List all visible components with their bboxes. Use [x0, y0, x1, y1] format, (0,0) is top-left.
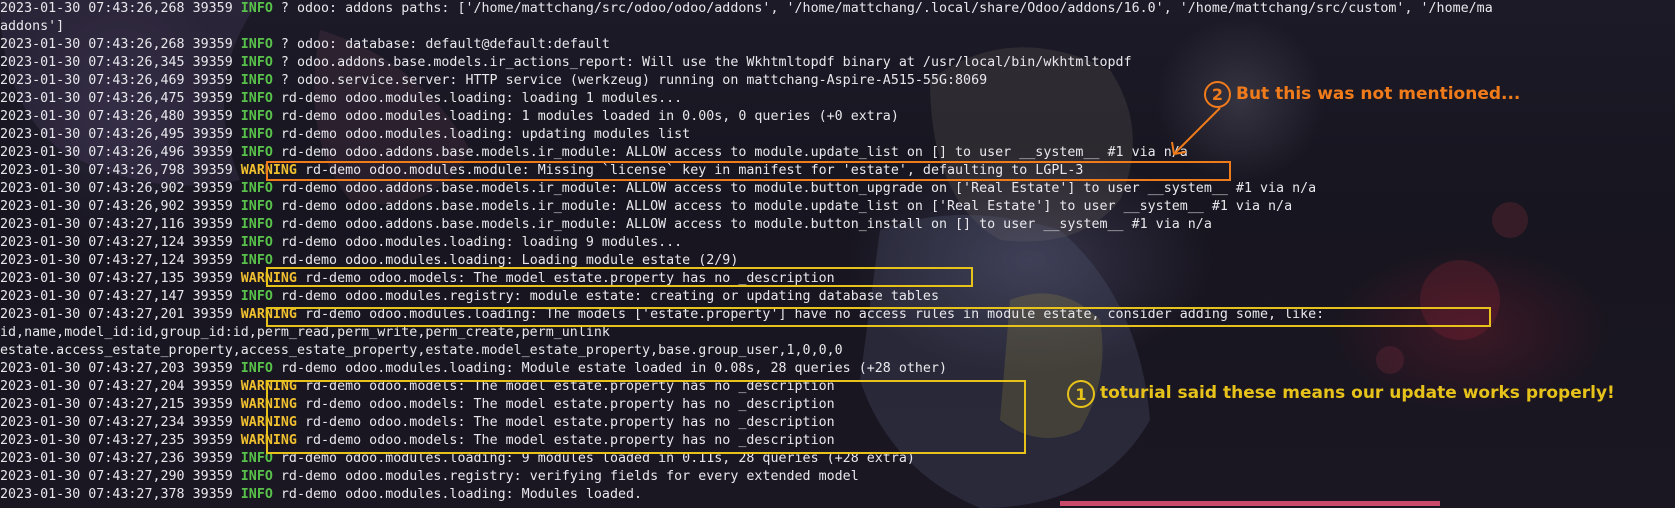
- log-message: rd-demo odoo.modules.loading: Module est…: [272, 361, 948, 376]
- log-message: rd-demo odoo.addons.base.models.ir_modul…: [272, 199, 1293, 214]
- log-prefix: 2023-01-30 07:43:27,234 39359: [0, 415, 241, 430]
- log-prefix: 2023-01-30 07:43:26,495 39359: [0, 127, 241, 142]
- log-prefix: 2023-01-30 07:43:27,204 39359: [0, 379, 241, 394]
- log-prefix: 2023-01-30 07:43:27,201 39359: [0, 307, 241, 322]
- log-line: 2023-01-30 07:43:26,495 39359 INFO rd-de…: [0, 126, 690, 144]
- log-level-info: INFO: [240, 73, 273, 88]
- log-line: 2023-01-30 07:43:26,268 39359 INFO ? odo…: [0, 0, 1493, 18]
- log-level-info: INFO: [240, 181, 273, 196]
- log-line: 2023-01-30 07:43:27,116 39359 INFO rd-de…: [0, 216, 1212, 234]
- log-message: ? odoo: database: default@default:defaul…: [272, 37, 610, 52]
- log-prefix: 2023-01-30 07:43:26,345 39359: [0, 55, 241, 70]
- log-message: rd-demo odoo.modules.loading: updating m…: [272, 127, 691, 142]
- log-line: 2023-01-30 07:43:26,475 39359 INFO rd-de…: [0, 90, 682, 108]
- log-prefix: 2023-01-30 07:43:27,203 39359: [0, 361, 241, 376]
- log-level-info: INFO: [240, 361, 273, 376]
- log-prefix: 2023-01-30 07:43:26,902 39359: [0, 181, 241, 196]
- log-level-info: INFO: [240, 145, 273, 160]
- log-message: ? odoo.service.server: HTTP service (wer…: [272, 73, 988, 88]
- log-message: rd-demo odoo.modules.loading: loading 1 …: [272, 91, 683, 106]
- highlight-description-warning: [266, 267, 973, 287]
- log-message: rd-demo odoo.modules.registry: module es…: [272, 289, 939, 304]
- log-line: 2023-01-30 07:43:26,480 39359 INFO rd-de…: [0, 108, 899, 126]
- log-prefix: estate.access_estate_property,access_est…: [0, 343, 843, 358]
- log-line: 2023-01-30 07:43:27,290 39359 INFO rd-de…: [0, 468, 859, 486]
- log-message: ? odoo: addons paths: ['/home/mattchang/…: [272, 1, 1493, 16]
- log-level-info: INFO: [240, 127, 273, 142]
- log-message: rd-demo odoo.modules.loading: 1 modules …: [272, 109, 899, 124]
- log-prefix: 2023-01-30 07:43:26,268 39359: [0, 1, 241, 16]
- log-prefix: 2023-01-30 07:43:27,235 39359: [0, 433, 241, 448]
- log-prefix: 2023-01-30 07:43:27,378 39359: [0, 487, 241, 502]
- log-message: rd-demo odoo.modules.registry: verifying…: [272, 469, 859, 484]
- log-level-info: INFO: [240, 91, 273, 106]
- log-prefix: 2023-01-30 07:43:27,236 39359: [0, 451, 241, 466]
- log-message: rd-demo odoo.addons.base.models.ir_modul…: [272, 181, 1317, 196]
- log-prefix: id,name,model_id:id,group_id:id,perm_rea…: [0, 325, 610, 340]
- log-level-info: INFO: [240, 235, 273, 250]
- log-prefix: 2023-01-30 07:43:26,798 39359: [0, 163, 241, 178]
- log-message: ? odoo.addons.base.models.ir_actions_rep…: [272, 55, 1132, 70]
- log-message: rd-demo odoo.addons.base.models.ir_modul…: [272, 217, 1212, 232]
- terminal-scrollbar[interactable]: [1060, 501, 1440, 506]
- log-line: 2023-01-30 07:43:27,203 39359 INFO rd-de…: [0, 360, 947, 378]
- log-message: rd-demo odoo.modules.loading: Modules lo…: [272, 487, 643, 502]
- log-line: 2023-01-30 07:43:26,902 39359 INFO rd-de…: [0, 198, 1292, 216]
- log-line: 2023-01-30 07:43:26,469 39359 INFO ? odo…: [0, 72, 987, 90]
- log-message: rd-demo odoo.modules.loading: Loading mo…: [272, 253, 739, 268]
- log-prefix: 2023-01-30 07:43:27,147 39359: [0, 289, 241, 304]
- log-prefix: 2023-01-30 07:43:27,124 39359: [0, 235, 241, 250]
- log-line: 2023-01-30 07:43:26,268 39359 INFO ? odo…: [0, 36, 610, 54]
- log-level-info: INFO: [240, 487, 273, 502]
- log-level-info: INFO: [240, 199, 273, 214]
- log-level-info: INFO: [240, 37, 273, 52]
- annotation-2-number: 2: [1204, 81, 1231, 108]
- log-prefix: 2023-01-30 07:43:26,268 39359: [0, 37, 241, 52]
- log-line: 2023-01-30 07:43:26,345 39359 INFO ? odo…: [0, 54, 1132, 72]
- annotation-1-text: toturial said these means our update wor…: [1100, 383, 1615, 403]
- log-prefix: addons']: [0, 19, 65, 34]
- highlight-repeated-warnings: [266, 380, 1026, 454]
- log-prefix: 2023-01-30 07:43:26,475 39359: [0, 91, 241, 106]
- highlight-license-warning: [266, 161, 1231, 181]
- log-message: rd-demo odoo.addons.base.models.ir_modul…: [272, 145, 1188, 160]
- log-level-info: INFO: [240, 253, 273, 268]
- log-level-info: INFO: [240, 289, 273, 304]
- log-prefix: 2023-01-30 07:43:27,215 39359: [0, 397, 241, 412]
- log-level-info: INFO: [240, 1, 273, 16]
- annotation-1-number: 1: [1067, 380, 1095, 408]
- log-prefix: 2023-01-30 07:43:27,290 39359: [0, 469, 241, 484]
- log-prefix: 2023-01-30 07:43:27,124 39359: [0, 253, 241, 268]
- log-line: 2023-01-30 07:43:26,902 39359 INFO rd-de…: [0, 180, 1316, 198]
- log-prefix: 2023-01-30 07:43:26,469 39359: [0, 73, 241, 88]
- log-level-info: INFO: [240, 469, 273, 484]
- log-line: 2023-01-30 07:43:27,124 39359 INFO rd-de…: [0, 234, 682, 252]
- log-line: 2023-01-30 07:43:27,147 39359 INFO rd-de…: [0, 288, 939, 306]
- log-prefix: 2023-01-30 07:43:27,116 39359: [0, 217, 241, 232]
- log-level-info: INFO: [240, 217, 273, 232]
- annotation-2-text: But this was not mentioned...: [1236, 84, 1521, 104]
- log-line: addons']: [0, 18, 64, 36]
- log-line: 2023-01-30 07:43:27,378 39359 INFO rd-de…: [0, 486, 642, 504]
- log-prefix: 2023-01-30 07:43:26,496 39359: [0, 145, 241, 160]
- annotation-arrow: [1171, 107, 1221, 156]
- log-line: 2023-01-30 07:43:26,496 39359 INFO rd-de…: [0, 144, 1188, 162]
- highlight-access-rules-warning: [266, 307, 1491, 327]
- log-level-info: INFO: [240, 55, 273, 70]
- log-prefix: 2023-01-30 07:43:26,480 39359: [0, 109, 241, 124]
- log-message: rd-demo odoo.modules.loading: loading 9 …: [272, 235, 683, 250]
- log-prefix: 2023-01-30 07:43:26,902 39359: [0, 199, 241, 214]
- log-line: estate.access_estate_property,access_est…: [0, 342, 843, 360]
- log-level-info: INFO: [240, 109, 273, 124]
- log-prefix: 2023-01-30 07:43:27,135 39359: [0, 271, 241, 286]
